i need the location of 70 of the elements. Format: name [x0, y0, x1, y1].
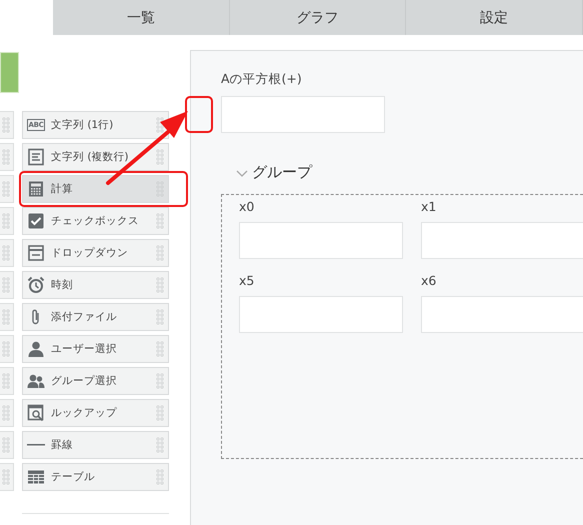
drag-handle-icon[interactable] [156, 245, 164, 261]
drag-handle-icon[interactable] [156, 469, 164, 485]
palette-item[interactable]: 文字列 (複数行) [22, 143, 169, 171]
drag-handle-icon[interactable] [156, 213, 164, 229]
palette-item[interactable] [0, 399, 14, 427]
drag-handle-icon[interactable] [2, 309, 10, 325]
field-label: x0 [239, 199, 256, 214]
palette-item[interactable]: テーブル [22, 463, 169, 491]
palette-item[interactable] [0, 303, 14, 331]
drag-handle-icon[interactable] [156, 277, 164, 293]
palette-item[interactable] [0, 207, 14, 235]
palette-item[interactable] [0, 431, 14, 459]
tab[interactable]: グラフ [230, 0, 406, 35]
palette-item[interactable] [0, 271, 14, 299]
drag-handle-icon[interactable] [2, 469, 10, 485]
drag-handle-icon[interactable] [156, 405, 164, 421]
palette-item[interactable]: ルックアップ [22, 399, 169, 427]
alarm-clock-icon [27, 276, 45, 294]
drag-handle-icon[interactable] [2, 149, 10, 165]
drag-handle-icon[interactable] [156, 437, 164, 453]
multiline-text-icon [27, 148, 45, 166]
input-field[interactable] [421, 296, 583, 333]
palette-item[interactable]: 罫線 [22, 431, 169, 459]
drag-handle-icon[interactable] [2, 373, 10, 389]
dropdown-icon [27, 244, 45, 262]
field-label: x1 [421, 199, 438, 214]
palette-item[interactable]: ユーザー選択 [22, 335, 169, 363]
drag-handle-icon[interactable] [2, 341, 10, 357]
drag-handle-icon[interactable] [156, 341, 164, 357]
tab[interactable]: 設定 [406, 0, 583, 35]
palette-item[interactable]: チェックボックス [22, 207, 169, 235]
users-icon [27, 372, 45, 390]
drag-handle-icon[interactable] [2, 213, 10, 229]
palette-item[interactable]: 添付ファイル [22, 303, 169, 331]
drag-handle-icon[interactable] [2, 117, 10, 133]
field-label: Aの平方根(+) [221, 71, 303, 88]
palette-item[interactable]: グループ選択 [22, 367, 169, 395]
drag-handle-icon[interactable] [156, 149, 164, 165]
drag-handle-icon[interactable] [2, 181, 10, 197]
magnifier-window-icon [27, 404, 45, 422]
checkbox-icon [27, 212, 45, 230]
drag-handle-icon[interactable] [2, 245, 10, 261]
table-icon [27, 468, 45, 486]
tab[interactable]: 一覧 [53, 0, 230, 35]
palette-item[interactable] [0, 239, 14, 267]
input-field[interactable] [221, 96, 385, 133]
drag-handle-icon[interactable] [2, 405, 10, 421]
user-icon [27, 340, 45, 358]
chevron-icon [236, 168, 248, 178]
input-field[interactable] [239, 222, 403, 259]
group-header[interactable]: グループ [236, 163, 312, 182]
field-label: x5 [239, 273, 256, 288]
palette-item[interactable]: 時刻 [22, 271, 169, 299]
palette-item[interactable]: ドロップダウン [22, 239, 169, 267]
palette-item[interactable] [0, 463, 14, 491]
input-field[interactable] [421, 222, 583, 259]
field-label: x6 [421, 273, 438, 288]
action-button[interactable] [0, 52, 19, 93]
palette-item[interactable] [0, 175, 14, 203]
input-field[interactable] [239, 296, 403, 333]
palette-item[interactable] [0, 111, 14, 139]
drag-handle-icon[interactable] [2, 277, 10, 293]
palette-item[interactable] [0, 367, 14, 395]
palette-item[interactable] [0, 335, 14, 363]
calculator-icon [27, 180, 45, 198]
palette-item[interactable] [0, 143, 14, 171]
drag-handle-icon[interactable] [156, 373, 164, 389]
drag-handle-icon[interactable] [2, 437, 10, 453]
horizontal-line-icon [27, 444, 45, 446]
drag-handle-icon[interactable] [156, 309, 164, 325]
